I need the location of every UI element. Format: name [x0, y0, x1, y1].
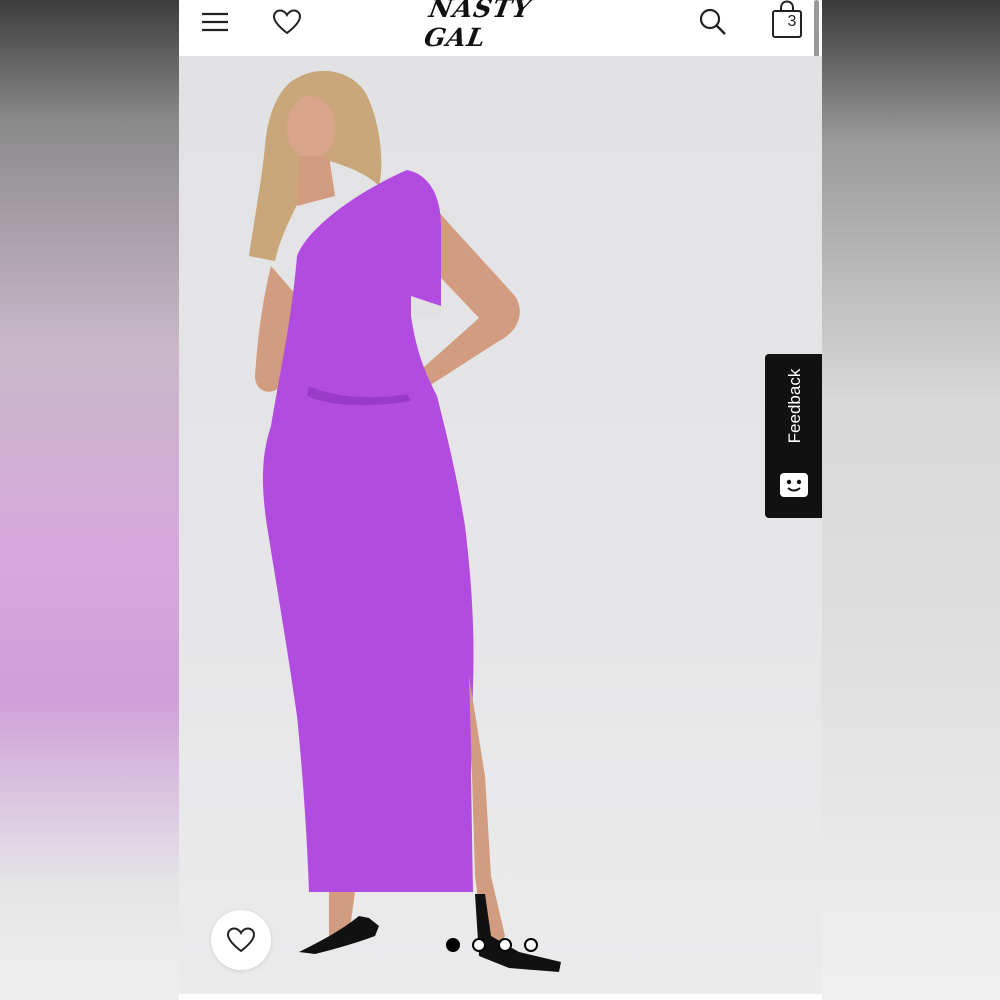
wishlist-button[interactable] — [265, 0, 309, 44]
bottom-strip — [179, 994, 822, 1000]
search-button[interactable] — [691, 0, 735, 44]
brand-logo[interactable]: NASTY GAL — [422, 0, 581, 52]
bag-button[interactable]: 3 — [765, 0, 809, 44]
add-to-wishlist-button[interactable] — [211, 910, 271, 970]
heart-icon — [226, 927, 256, 953]
carousel-dot-3[interactable] — [498, 938, 512, 952]
phone-screen: NASTY GAL 3 Feedback — [179, 0, 822, 1000]
model-in-purple-dress-image — [249, 70, 561, 972]
site-header: NASTY GAL 3 — [179, 0, 822, 56]
carousel-dot-2[interactable] — [472, 938, 486, 952]
heart-icon — [272, 9, 302, 35]
carousel-indicators — [446, 938, 538, 956]
feedback-label: Feedback — [785, 368, 804, 444]
menu-icon — [202, 12, 228, 32]
bag-count-badge: 3 — [787, 13, 797, 30]
smiley-icon — [780, 473, 808, 497]
feedback-tab[interactable]: Feedback — [765, 354, 822, 518]
blurred-background-left — [0, 0, 179, 1000]
carousel-dot-4[interactable] — [524, 938, 538, 952]
blurred-background-right — [822, 0, 1000, 1000]
search-icon — [699, 8, 726, 35]
carousel-dot-1[interactable] — [446, 938, 460, 952]
product-image[interactable]: Feedback — [179, 56, 822, 994]
menu-button[interactable] — [193, 0, 237, 44]
